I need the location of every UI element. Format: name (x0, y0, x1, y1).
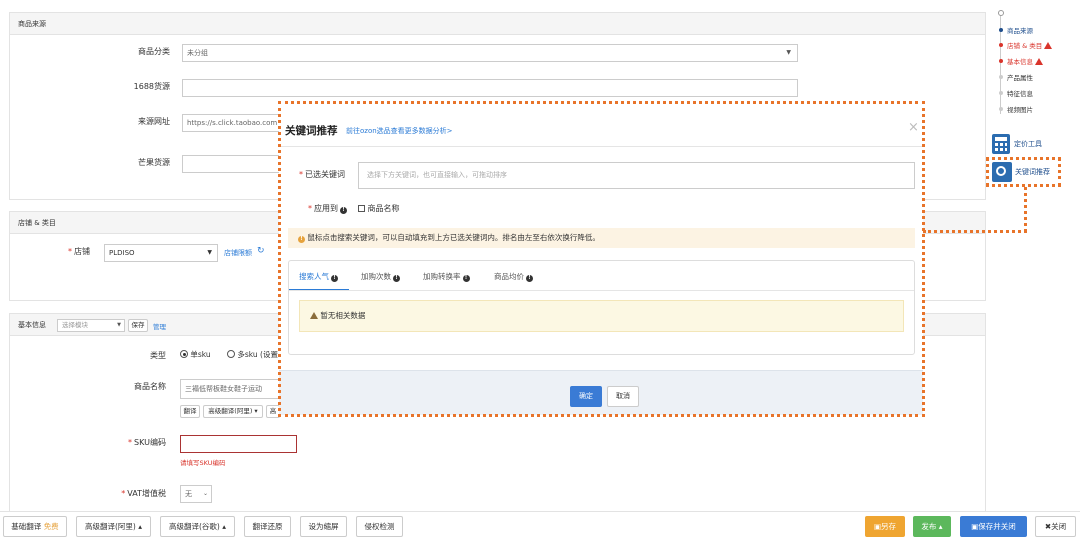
save-icon: ▣ (873, 522, 882, 531)
product-name-input[interactable]: 三褟低帮板鞋女鞋子运动 (180, 379, 280, 399)
template-manage-link[interactable]: 管理 (153, 321, 166, 331)
source-panel-title: 商品来源 (10, 13, 985, 35)
product-name-label: 商品名称 (134, 382, 166, 391)
src1688-input[interactable] (182, 79, 798, 97)
sku-error-text: 请填写SKU编码 (180, 459, 226, 467)
mango-input[interactable] (182, 155, 282, 173)
timeline-dot (999, 107, 1003, 111)
timeline-item-media[interactable]: 视频图片 (1007, 104, 1033, 114)
adv-translate-ali-button[interactable]: 高级翻译(阿里) ▴ (76, 516, 151, 537)
timeline-dot (999, 91, 1003, 95)
store-limit-link[interactable]: 店铺限额 (224, 248, 252, 258)
radio-unchecked-icon (227, 350, 235, 358)
category-value: 未分组 (187, 49, 208, 57)
timeline-item-source[interactable]: 商品来源 (1007, 25, 1033, 35)
chevron-down-icon: ⌄ (202, 490, 208, 497)
set-cover-button[interactable]: 设为缩屏 (300, 516, 347, 537)
adv-translate-google-button[interactable]: 高级翻译(谷歌) ▴ (160, 516, 235, 537)
refresh-icon[interactable]: ↻ (257, 246, 265, 256)
basic-translate-button[interactable]: 基础翻译 免费 (3, 516, 67, 537)
template-save-button[interactable]: 保存 (128, 319, 148, 332)
caret-down-icon: ▼ (207, 249, 212, 256)
timeline-top-circle (998, 10, 1004, 16)
timeline-item-features[interactable]: 特征信息 (1007, 88, 1033, 98)
pricing-tool-label: 定价工具 (1014, 140, 1042, 148)
store-select[interactable]: PLDISO ▼ (104, 244, 218, 262)
calculator-icon (992, 134, 1010, 154)
multi-sku-radio[interactable]: 多sku (设置 (227, 349, 278, 360)
timeline-item-basic[interactable]: 基本信息 (1007, 56, 1043, 66)
timeline-dot (999, 59, 1003, 63)
type-label: 类型 (150, 351, 166, 360)
sku-label: * SKU编码 (128, 438, 166, 447)
url-input[interactable]: https://s.click.taobao.com (182, 114, 282, 132)
chevron-down-icon: ▼ (786, 49, 791, 56)
timeline-dot (999, 28, 1003, 32)
modal-highlight (278, 101, 925, 417)
category-label: 商品分类 (138, 47, 170, 56)
warning-icon (1044, 42, 1053, 49)
warning-icon (1035, 58, 1043, 65)
infringement-check-button[interactable]: 侵权检测 (356, 516, 403, 537)
store-label: * 店铺 (68, 247, 90, 256)
highlight-connector-v (1024, 187, 1027, 232)
sku-input[interactable] (180, 435, 297, 453)
category-select[interactable]: 未分组 ▼ (182, 44, 798, 62)
save-close-button[interactable]: ▣保存并关闭 (960, 516, 1027, 537)
caret-down-icon: ▼ (117, 322, 121, 328)
close-button[interactable]: ✖关闭 (1035, 516, 1076, 537)
adv-translate-ali-button[interactable]: 高级翻译(阿里) ▾ (203, 405, 263, 418)
timeline-dot (999, 43, 1003, 47)
src1688-label: 1688货源 (133, 82, 170, 91)
translate-restore-button[interactable]: 翻译还原 (244, 516, 291, 537)
store-value: PLDISO (109, 249, 135, 257)
basic-panel-title: 基本信息 (18, 321, 46, 329)
publish-button[interactable]: 发布 ▴ (913, 516, 951, 537)
vat-label: * VAT增值税 (121, 489, 166, 498)
save-as-button[interactable]: ▣另存 (865, 516, 905, 537)
highlight-connector-h (923, 230, 1027, 233)
timeline-dot (999, 75, 1003, 79)
keyword-recommend-highlight (986, 157, 1061, 187)
timeline-item-attributes[interactable]: 产品属性 (1007, 72, 1033, 82)
template-select[interactable]: 选择模块 ▼ (57, 319, 125, 332)
single-sku-radio[interactable]: 单sku (180, 349, 211, 360)
url-label: 来源网址 (138, 117, 170, 126)
mango-label: 芒果货源 (138, 158, 170, 167)
free-tag: 免费 (43, 522, 59, 531)
translate-button[interactable]: 翻译 (180, 405, 200, 418)
vat-select[interactable]: 无 ⌄ (180, 485, 212, 503)
radio-checked-icon (180, 350, 188, 358)
timeline-item-store[interactable]: 店铺 & 类目 (1007, 40, 1053, 50)
